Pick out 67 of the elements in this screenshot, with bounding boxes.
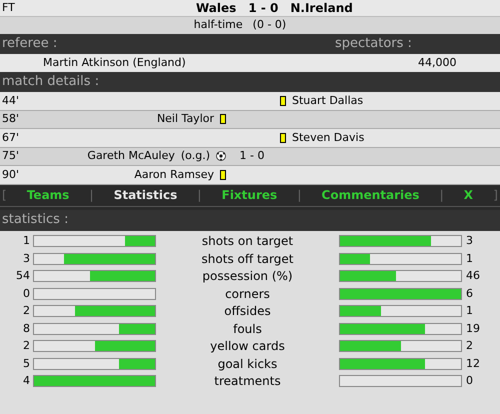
spectators-count: 44,000 [418, 54, 456, 71]
booking-card-icon [220, 170, 226, 180]
home-stat-value: 0 [22, 286, 31, 302]
home-stat-value: 8 [22, 320, 31, 336]
home-stat-value: 2 [22, 303, 31, 319]
stat-label: goal kicks [216, 356, 278, 373]
away-stat-value: 12 [465, 356, 480, 372]
away-stat-value: 46 [465, 268, 480, 284]
nav-tab[interactable]: Fixtures [222, 186, 278, 204]
event-minute: 67' [1, 130, 20, 146]
player-name: Gareth McAuley [87, 148, 175, 164]
stat-label: corners [224, 286, 271, 303]
referee-name: Martin Atkinson (England) [43, 54, 187, 71]
spectators-heading: spectators : [335, 35, 412, 54]
stat-label: treatments [213, 373, 282, 390]
home-stat-value: 3 [22, 250, 31, 266]
nav-bracket: ] [493, 187, 498, 204]
player-name: Stuart Dallas [292, 92, 364, 108]
away-team: N.Ireland [290, 0, 353, 17]
away-stat-value: 6 [465, 286, 473, 302]
event-minute: 58' [1, 111, 20, 127]
home-stat-value: 2 [22, 338, 31, 354]
booking-card-icon [220, 114, 226, 124]
event-minute: 44' [1, 92, 20, 108]
event-score: 1 - 0 [238, 148, 266, 164]
halftime-label: half-time [194, 17, 243, 34]
home-stat-value: 1 [22, 233, 31, 249]
nav-separator: | [297, 187, 302, 204]
away-stat-value: 1 [465, 250, 473, 266]
event-minute: 75' [1, 148, 20, 164]
event-minute: 90' [1, 166, 20, 182]
away-stat-value: 3 [465, 233, 473, 249]
nav-separator: | [197, 187, 202, 204]
stat-label: offsides [223, 303, 272, 320]
halftime-score: (0 - 0) [252, 17, 286, 34]
home-stat-value: 5 [22, 356, 31, 372]
nav-bracket: [ [2, 187, 7, 204]
nav-tab[interactable]: Statistics [114, 186, 178, 204]
match-status: FT [2, 0, 16, 16]
player-name: Steven Davis [292, 130, 364, 146]
nav-tab[interactable]: Commentaries [322, 186, 420, 204]
ball-icon [216, 151, 226, 162]
nav-tab[interactable]: Teams [26, 186, 70, 204]
player-name: Neil Taylor [156, 111, 214, 127]
home-stat-value: 54 [15, 268, 31, 284]
stat-label: fouls [232, 320, 263, 338]
referee-heading: referee : [2, 35, 58, 54]
player-name: Aaron Ramsey [134, 166, 214, 182]
statistics-heading: statistics : [2, 211, 68, 230]
booking-card-icon [280, 96, 286, 106]
nav-separator: | [89, 187, 94, 204]
match-details-heading: match details : [2, 73, 100, 92]
nav-separator: | [440, 187, 444, 204]
away-stat-value: 0 [465, 373, 473, 389]
booking-card-icon [280, 132, 286, 143]
home-stat-value: 4 [22, 373, 31, 389]
stat-label: possession (%) [201, 268, 294, 286]
away-stat-value: 1 [465, 303, 473, 319]
stat-label: shots off target [200, 250, 294, 268]
stat-label: yellow cards [209, 338, 286, 356]
match-score: 1 - 0 [248, 0, 278, 17]
stat-label: shots on target [200, 233, 294, 250]
event-note: (o.g.) [180, 148, 210, 164]
nav-tab[interactable]: X [464, 186, 474, 204]
away-stat-value: 19 [465, 320, 480, 336]
away-stat-value: 2 [465, 338, 473, 354]
home-team: Wales [196, 0, 236, 17]
